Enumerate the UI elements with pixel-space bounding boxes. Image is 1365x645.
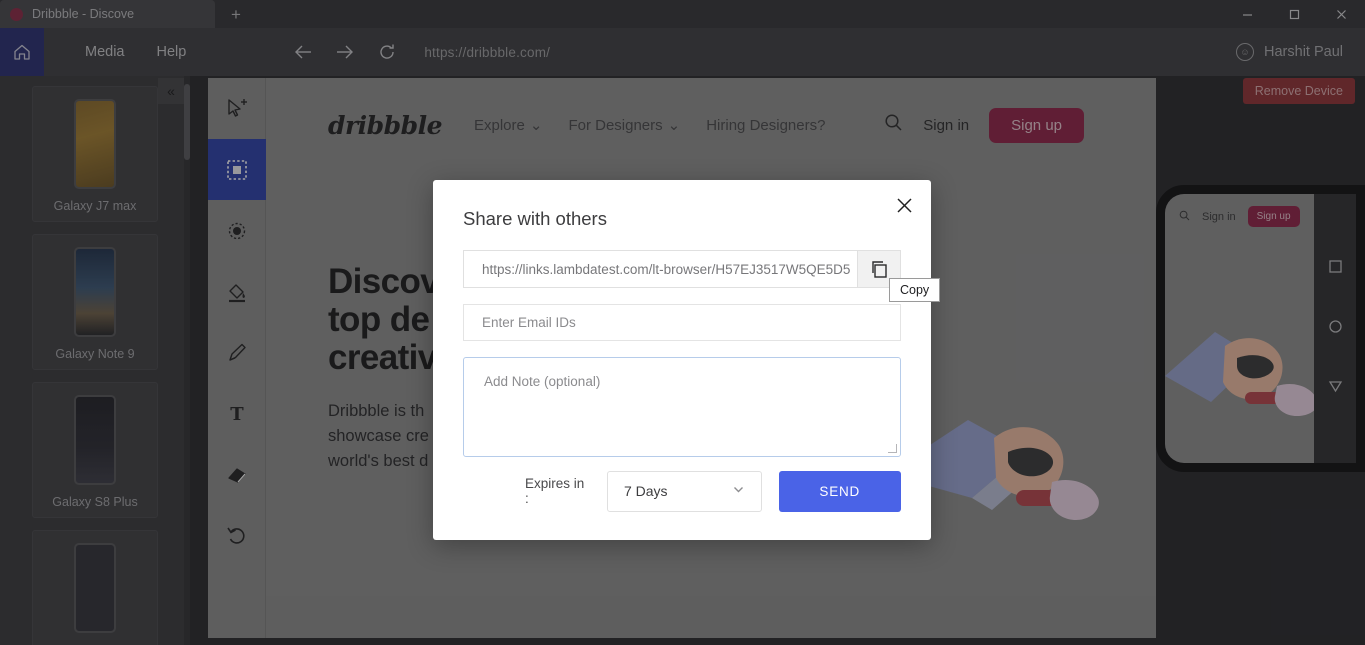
send-button[interactable]: SEND [778,470,901,512]
share-modal: Share with others https://links.lambdate… [433,180,931,540]
share-link-input[interactable]: https://links.lambdatest.com/lt-browser/… [464,251,857,287]
share-link-row: https://links.lambdatest.com/lt-browser/… [463,250,901,288]
expires-label: Expires in : [525,476,585,506]
close-icon[interactable] [891,192,917,218]
note-input[interactable]: Add Note (optional) [463,357,901,457]
expires-select[interactable]: 7 Days [606,470,762,512]
email-ids-input[interactable]: Enter Email IDs [463,304,901,341]
chevron-down-icon [732,483,745,499]
note-placeholder: Add Note (optional) [484,374,601,389]
modal-title: Share with others [463,208,607,229]
resize-handle-icon[interactable] [888,444,897,453]
modal-footer: Expires in : 7 Days SEND [463,470,901,512]
app-window: Dribbble - Discove + Media Help https://… [0,0,1365,645]
expires-value: 7 Days [623,483,668,499]
copy-tooltip: Copy [889,278,941,302]
